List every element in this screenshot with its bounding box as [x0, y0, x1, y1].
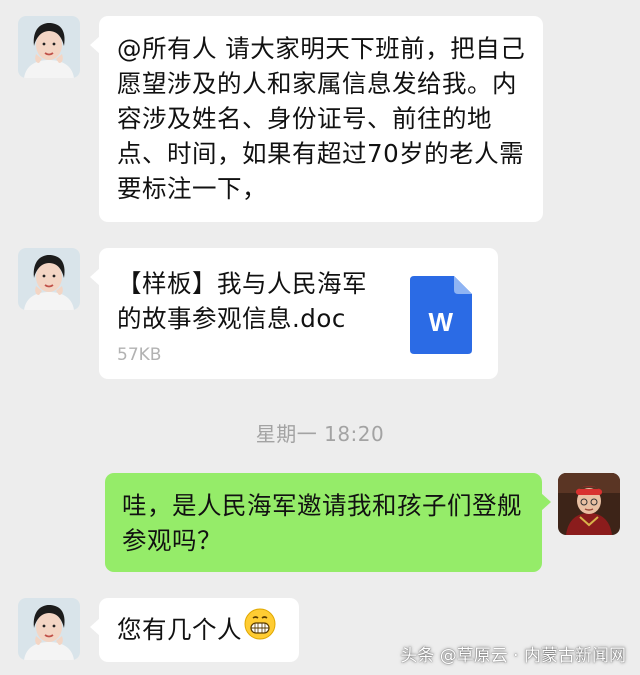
- file-name: 【样板】我与人民海军的故事参观信息.doc: [117, 269, 367, 333]
- message-text: 哇，是人民海军邀请我和孩子们登舰参观吗？: [122, 491, 522, 555]
- grinning-face-emoji: [244, 608, 276, 649]
- message-timestamp: 星期一 18:20: [255, 422, 385, 446]
- file-message-bubble[interactable]: 【样板】我与人民海军的故事参观信息.doc 57KB W: [90, 248, 498, 379]
- message-text: @所有人 请大家明天下班前，把自己愿望涉及的人和家属信息发给我。内容涉及姓名、身…: [117, 34, 526, 203]
- sender-avatar[interactable]: [18, 248, 80, 310]
- message-bubble-outgoing[interactable]: 哇，是人民海军邀请我和孩子们登舰参观吗？: [105, 473, 551, 572]
- word-doc-icon: W: [410, 276, 472, 363]
- sender-avatar[interactable]: [18, 16, 80, 78]
- watermark: 头条 @草原云 · 内蒙古新闻网: [400, 646, 626, 666]
- file-size: 57KB: [117, 345, 162, 365]
- message-bubble-incoming[interactable]: @所有人 请大家明天下班前，把自己愿望涉及的人和家属信息发给我。内容涉及姓名、身…: [90, 16, 543, 222]
- user-avatar[interactable]: [558, 473, 620, 535]
- message-text: 您有几个人: [117, 615, 242, 644]
- svg-text:W: W: [428, 307, 453, 337]
- sender-avatar[interactable]: [18, 598, 80, 660]
- message-bubble-incoming[interactable]: 您有几个人: [90, 598, 299, 662]
